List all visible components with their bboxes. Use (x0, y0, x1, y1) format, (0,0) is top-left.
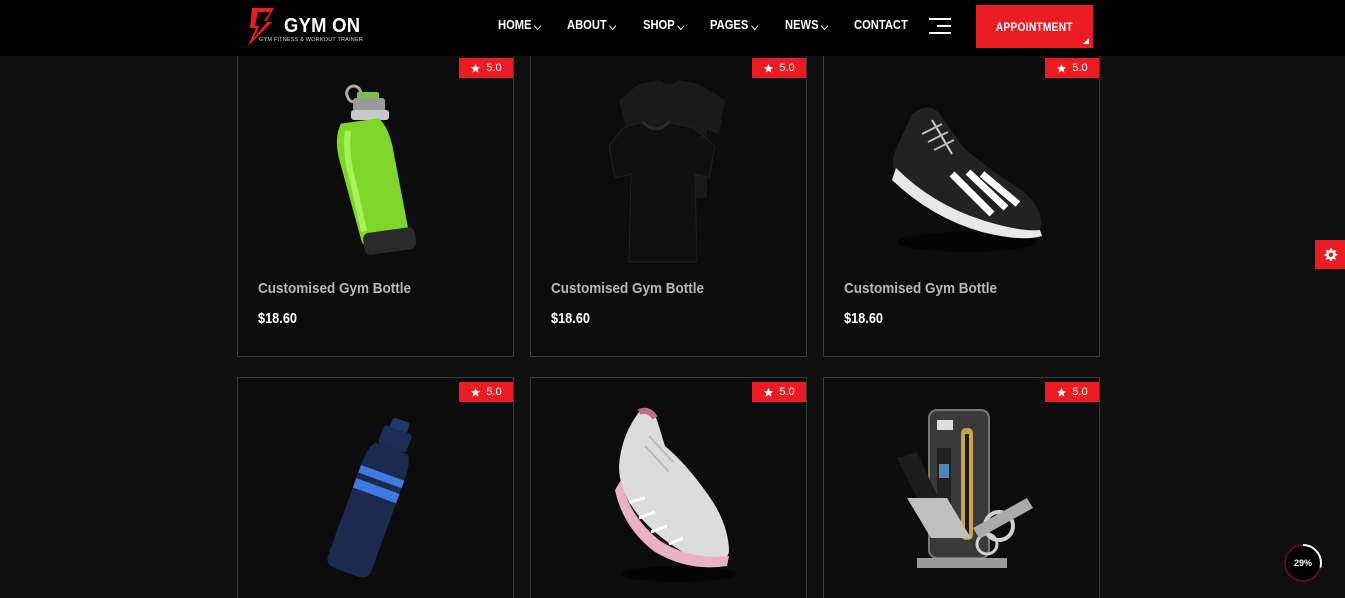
nav-item-label: CONTACT (853, 17, 908, 32)
product-card[interactable]: 5.0 (237, 377, 514, 598)
nav-item-label: HOME (498, 17, 532, 32)
leg-extension-machine-image (896, 409, 1033, 568)
product-price: $18.60 (551, 310, 591, 327)
product-card[interactable]: 5.0 Customised Gym Bottle $18.60 (823, 53, 1100, 357)
scroll-progress-button[interactable]: 29% (1283, 543, 1323, 583)
settings-button[interactable] (1315, 240, 1345, 269)
hamburger-icon[interactable] (929, 17, 951, 35)
rating-badge: 5.0 (459, 58, 513, 78)
main-nav: HOME ABOUT SHOP PAGES NEWS CONTACT (498, 17, 936, 32)
nav-item-label: ABOUT (567, 17, 607, 32)
rating-value: 5.0 (486, 62, 502, 74)
nav-item-pages[interactable]: PAGES (710, 17, 759, 32)
product-name: Customised Gym Bottle (258, 280, 412, 297)
chevron-down-icon (750, 21, 759, 30)
product-price: $18.60 (258, 310, 298, 327)
white-pink-sneaker-image (614, 407, 737, 582)
rating-badge: 5.0 (752, 382, 806, 402)
rating-badge: 5.0 (459, 382, 513, 402)
rating-badge: 5.0 (1045, 382, 1099, 402)
appointment-button[interactable]: APPOINTMENT (976, 5, 1093, 48)
scroll-progress-label: 29% (1293, 558, 1312, 568)
product-name: Customised Gym Bottle (844, 280, 998, 297)
brand-tagline: GYM FITNESS & WORKOUT TRAINER (259, 37, 363, 43)
product-card[interactable]: 5.0 Customised Gym Bottle $18.60 (237, 53, 514, 357)
gear-icon (1323, 248, 1337, 262)
rating-badge: 5.0 (1045, 58, 1099, 78)
product-name: Customised Gym Bottle (551, 280, 705, 297)
star-icon (764, 63, 774, 73)
rating-value: 5.0 (1072, 386, 1088, 398)
black-sneaker-image (891, 107, 1042, 252)
chevron-down-icon (533, 21, 542, 30)
star-icon (764, 387, 774, 397)
nav-item-home[interactable]: HOME (498, 17, 542, 32)
brand-logo[interactable]: GYM ON GYM FITNESS & WORKOUT TRAINER (244, 6, 374, 48)
star-icon (471, 387, 481, 397)
nav-item-label: SHOP (643, 17, 675, 32)
brand-name: GYM ON (284, 15, 361, 37)
star-icon (1057, 387, 1067, 397)
product-card[interactable]: 5.0 (530, 377, 807, 598)
nav-item-shop[interactable]: SHOP (643, 17, 685, 32)
chevron-down-icon (820, 21, 828, 30)
star-icon (1057, 63, 1067, 73)
chevron-down-icon (609, 21, 617, 30)
rating-value: 5.0 (779, 62, 795, 74)
nav-item-contact[interactable]: CONTACT (854, 17, 908, 32)
appointment-label: APPOINTMENT (995, 19, 1074, 34)
nav-item-label: NEWS (784, 17, 819, 32)
rating-badge: 5.0 (752, 58, 806, 78)
product-card[interactable]: 5.0 (823, 377, 1100, 598)
nav-item-news[interactable]: NEWS (784, 17, 828, 32)
nav-item-about[interactable]: ABOUT (567, 17, 617, 32)
chevron-down-icon (677, 21, 685, 30)
product-price: $18.60 (844, 310, 884, 327)
green-bottle-image (336, 84, 416, 255)
site-header: GYM ON GYM FITNESS & WORKOUT TRAINER HOM… (0, 0, 1345, 56)
rating-value: 5.0 (1072, 62, 1088, 74)
rating-value: 5.0 (779, 386, 795, 398)
nav-item-label: PAGES (710, 17, 749, 32)
rating-value: 5.0 (486, 386, 502, 398)
blue-bottle-image (326, 417, 411, 578)
black-tshirt-image (607, 80, 725, 263)
star-icon (471, 63, 481, 73)
corner-triangle-icon (1083, 38, 1089, 44)
product-card[interactable]: 5.0 Customised Gym Bottle $18.60 (530, 53, 807, 357)
